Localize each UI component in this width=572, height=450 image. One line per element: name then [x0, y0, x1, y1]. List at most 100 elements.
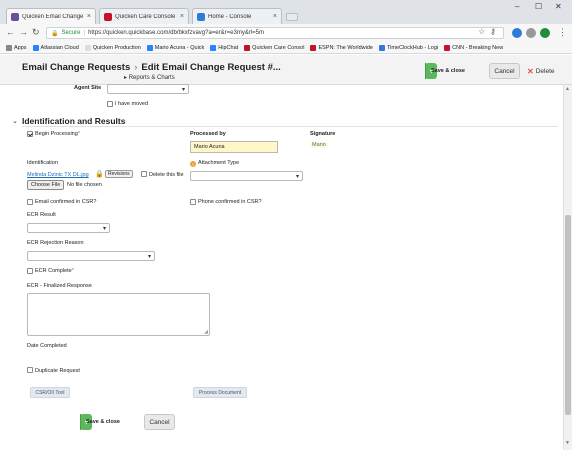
agent-site-select[interactable]: ▾ — [107, 84, 189, 94]
ecr-complete-text: ECR Complete — [35, 268, 72, 274]
bookmark-label: ESPN: The Worldwide — [318, 44, 373, 51]
extension-icon[interactable] — [526, 28, 536, 38]
ecr-finalized-response-textarea[interactable]: ◢ — [27, 293, 210, 336]
bookmark-label: HipChat — [218, 44, 239, 51]
lock-icon: 🔒 — [51, 30, 59, 37]
close-window-icon[interactable]: ✕ — [555, 2, 562, 11]
delete-button[interactable]: ✕ Delete — [527, 67, 555, 76]
begin-processing-text: Begin Processing — [35, 131, 78, 137]
process-document-button[interactable]: Process Document — [193, 387, 247, 398]
quicken-icon — [244, 44, 251, 51]
duplicate-request-checkbox[interactable] — [27, 367, 33, 373]
reports-charts-link[interactable]: ▸ Reports & Charts — [124, 74, 175, 81]
bookmark-espn[interactable]: ESPN: The Worldwide — [310, 44, 373, 51]
cancel-button[interactable]: Cancel — [489, 63, 520, 79]
tab-quicken-email-change[interactable]: Quicken Email Change R × — [6, 8, 96, 24]
minimize-icon[interactable]: – — [515, 2, 519, 11]
chevron-down-icon: ▾ — [147, 254, 151, 260]
section-title: Identification and Results — [22, 116, 126, 126]
extension-icon[interactable] — [540, 28, 550, 38]
processed-by-field[interactable]: Mario Acuna — [190, 141, 278, 153]
delete-file-label: Delete this file — [149, 172, 184, 178]
close-tab-icon[interactable]: × — [87, 13, 91, 20]
close-tab-icon[interactable]: × — [180, 13, 184, 20]
choose-file-button[interactable]: Choose File — [27, 180, 65, 190]
scroll-down-icon[interactable]: ▼ — [565, 440, 570, 446]
csr-oii-tool-button[interactable]: CSR/OII Tool — [30, 387, 70, 398]
info-icon: ! — [190, 161, 196, 167]
cancel-button-bottom[interactable]: Cancel — [144, 414, 175, 430]
bookmark-apps[interactable]: Apps — [6, 44, 27, 51]
espn-icon — [310, 44, 317, 51]
tab-title: Quicken Care Console — [115, 13, 176, 20]
breadcrumb-parent[interactable]: Email Change Requests — [22, 62, 130, 73]
new-tab-button[interactable] — [286, 13, 298, 21]
bookmark-timeclockhub[interactable]: TimeClockHub - Logi — [378, 44, 438, 51]
bookmark-cnn[interactable]: CNN - Breaking New — [444, 44, 503, 51]
apps-grid-icon — [6, 44, 12, 51]
revisions-button[interactable]: Revisions — [105, 170, 133, 178]
extension-icon[interactable] — [512, 28, 522, 38]
page-icon — [84, 44, 91, 51]
close-tab-icon[interactable]: × — [273, 13, 277, 20]
quicken-icon — [104, 12, 112, 21]
reload-icon[interactable]: ↻ — [32, 27, 40, 38]
ecr-complete-checkbox[interactable] — [27, 268, 33, 274]
bookmark-mario-acuna[interactable]: Mario Acuna - Quick — [146, 44, 204, 51]
no-file-chosen-label: No file chosen — [67, 182, 102, 188]
save-close-label: Save & close — [86, 419, 120, 425]
collapse-caret-icon[interactable]: ⌄ — [12, 117, 18, 125]
breadcrumb: Email Change Requests › Edit Email Change … — [22, 62, 281, 73]
attachment-type-label: Attachment Type — [198, 160, 240, 166]
ecr-rejection-reason-select[interactable]: ▾ — [27, 251, 155, 261]
bookmark-quicken-production[interactable]: Quicken Production — [84, 44, 141, 51]
tab-home-console[interactable]: Home - Console × — [192, 8, 282, 24]
star-icon[interactable]: ☆ — [478, 27, 485, 36]
email-confirmed-checkbox[interactable] — [27, 199, 33, 205]
begin-processing-checkbox[interactable] — [27, 131, 33, 137]
back-icon[interactable]: ← — [6, 27, 15, 37]
required-marker: * — [77, 131, 80, 137]
file-lock-icon: 🔒 — [95, 171, 104, 178]
bookmark-atlassian[interactable]: Atlassian Cloud — [32, 44, 79, 51]
attachment-type-select[interactable]: ▾ — [190, 171, 303, 181]
forward-icon[interactable]: → — [19, 27, 28, 37]
key-icon[interactable]: ⚷ — [490, 27, 496, 36]
ecr-complete-label: ECR Complete* — [35, 268, 74, 274]
ecr-result-label: ECR Result — [27, 212, 56, 218]
save-close-button-bottom[interactable]: Save & close ▾ — [80, 414, 120, 430]
delete-file-checkbox[interactable] — [141, 171, 147, 177]
atlassian-icon — [32, 44, 39, 51]
save-close-button[interactable]: Save & close ▾ — [425, 63, 465, 79]
ecr-result-select[interactable]: ▾ — [27, 223, 110, 233]
revisions-label: Revisions — [108, 171, 130, 177]
maximize-icon[interactable]: ☐ — [535, 2, 542, 11]
chevron-down-icon: ▾ — [295, 174, 299, 180]
cancel-label: Cancel — [149, 418, 170, 426]
url-bar[interactable]: 🔒 Secure | https://quicken.quickbase.com… — [46, 27, 504, 39]
delete-label: Delete — [535, 68, 555, 75]
i-have-moved-checkbox[interactable] — [107, 101, 113, 107]
required-marker: * — [71, 268, 74, 274]
phone-confirmed-checkbox[interactable] — [190, 199, 196, 205]
vertical-scrollbar[interactable]: ▲ ▼ — [563, 85, 572, 450]
date-completed-label: Date Completed — [27, 343, 67, 349]
atlassian-icon — [146, 44, 153, 51]
bookmark-quicken-care[interactable]: Quicken Care Consol — [244, 44, 304, 51]
menu-kebab-icon[interactable]: ⋮ — [558, 27, 567, 38]
quickbase-icon — [11, 12, 19, 21]
csr-oii-tool-label: CSR/OII Tool — [35, 389, 65, 396]
phone-confirmed-label: Phone confirmed in CSR? — [198, 199, 262, 205]
identification-file-link[interactable]: Melinda Dzinic TX DL.jpg — [27, 172, 89, 178]
clock-icon — [378, 44, 385, 51]
tab-quicken-care-console[interactable]: Quicken Care Console × — [99, 8, 189, 24]
resize-grip-icon[interactable]: ◢ — [204, 329, 208, 335]
scroll-up-icon[interactable]: ▲ — [565, 86, 570, 92]
address-toolbar: ← → ↻ 🔒 Secure | https://quicken.quickba… — [0, 24, 572, 42]
scrollbar-thumb[interactable] — [565, 215, 571, 415]
identification-label: Identification — [27, 160, 58, 166]
bookmark-hipchat[interactable]: HipChat — [210, 44, 239, 51]
secure-label: Secure — [61, 30, 81, 36]
chevron-down-icon: ▾ — [181, 87, 185, 93]
cancel-label: Cancel — [494, 67, 515, 75]
